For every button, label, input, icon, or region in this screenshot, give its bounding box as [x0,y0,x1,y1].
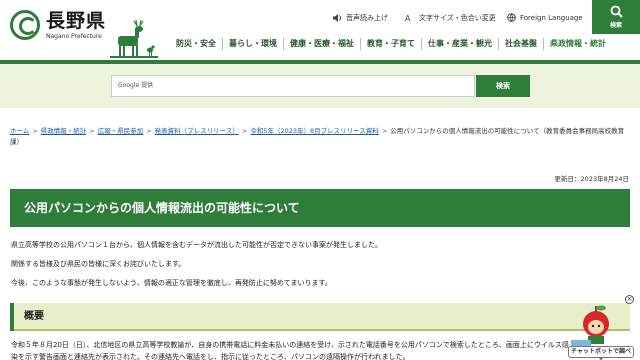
nav-item-shigoto[interactable]: 仕事・産業・観光 [421,38,498,50]
foreign-language-label: Foreign Language [520,13,583,22]
globe-icon [507,13,516,22]
breadcrumb-press[interactable]: 発表資料（プレスリリース） [155,127,239,135]
breadcrumb: ホーム > 県政情報・統計 > 広報・県民参加 > 発表資料（プレスリリース） > 令和5年（2… [10,127,625,146]
breadcrumb-home[interactable]: ホーム [10,127,29,135]
speaker-icon [333,14,341,22]
voice-reader-label: 音声読み上げ [346,14,388,22]
logo-title: 長野県 [46,10,107,32]
breadcrumb-kouhou[interactable]: 広報・県民参加 [98,127,144,135]
chatbot-label[interactable]: チャットボットで調べる [568,346,634,360]
nav-item-kenkou[interactable]: 健康・医療・福祉 [283,38,360,50]
deer-illustration-icon [110,20,158,58]
search-icon [610,5,623,18]
header-search-label: 検索 [609,22,622,29]
section-heading: 概要 [10,303,630,331]
nav-item-kurashi[interactable]: 暮らし・環境 [222,38,283,50]
chatbot-close-button[interactable]: × [625,295,634,304]
svg-text:A: A [405,14,411,22]
updated-date: 更新日：2023年8月24日 [554,175,629,183]
nav-item-bousai[interactable]: 防災・安全 [170,38,222,50]
site-search-button[interactable]: 検索 [476,75,530,97]
prefecture-emblem-icon [10,10,40,40]
intro-paragraph-1: 県立高等学校の公用パソコン１台から、個人情報を含むデータが流出した可能性が否定で… [11,241,382,249]
header-search-button[interactable]: 検索 [592,0,640,34]
breadcrumb-press-2023-08[interactable]: 令和5年（2023年）8月プレスリリース資料 [250,127,379,135]
site-header: 長野県 Nagano Prefecture 音声読み上げ A 文字サイズ・色合い… [0,0,640,64]
text-size-icon: A [405,14,411,22]
page-title: 公用パソコンからの個人情報流出の可能性について [10,189,630,227]
breadcrumb-kensei[interactable]: 県政情報・統計 [41,127,87,135]
intro-paragraph-2: 関係する皆様及び県民の皆様に深くお詫びいたします。 [11,260,186,268]
text-size-label: 文字サイズ・色合い変更 [419,14,496,22]
logo-subtitle: Nagano Prefecture [46,33,102,40]
section-body: 令和５年８月20日（日）、北信地区の県立高等学校教諭が、自身の携帯電話に料金未払… [11,341,569,360]
nav-item-shakai[interactable]: 社会基盤 [498,38,543,50]
site-logo[interactable]: 長野県 Nagano Prefecture [10,10,106,40]
nav-item-kyouiku[interactable]: 教育・子育て [360,38,421,50]
foreign-language-link[interactable]: Foreign Language [507,13,583,22]
site-search-input[interactable]: Google 提供 [111,75,475,97]
intro-paragraph-3: 今後、このような事態が発生しないよう、情報の適正な管理を徹底し、再発防止に努めて… [11,279,332,287]
search-placeholder: Google 提供 [118,82,154,89]
nav-item-kensei[interactable]: 県政情報・統計 [543,38,612,50]
text-size-link[interactable]: A 文字サイズ・色合い変更 [405,13,496,23]
voice-reader-link[interactable]: 音声読み上げ [333,13,388,23]
global-nav: 防災・安全 暮らし・環境 健康・医療・福祉 教育・子育て 仕事・産業・観光 社会… [170,38,612,50]
